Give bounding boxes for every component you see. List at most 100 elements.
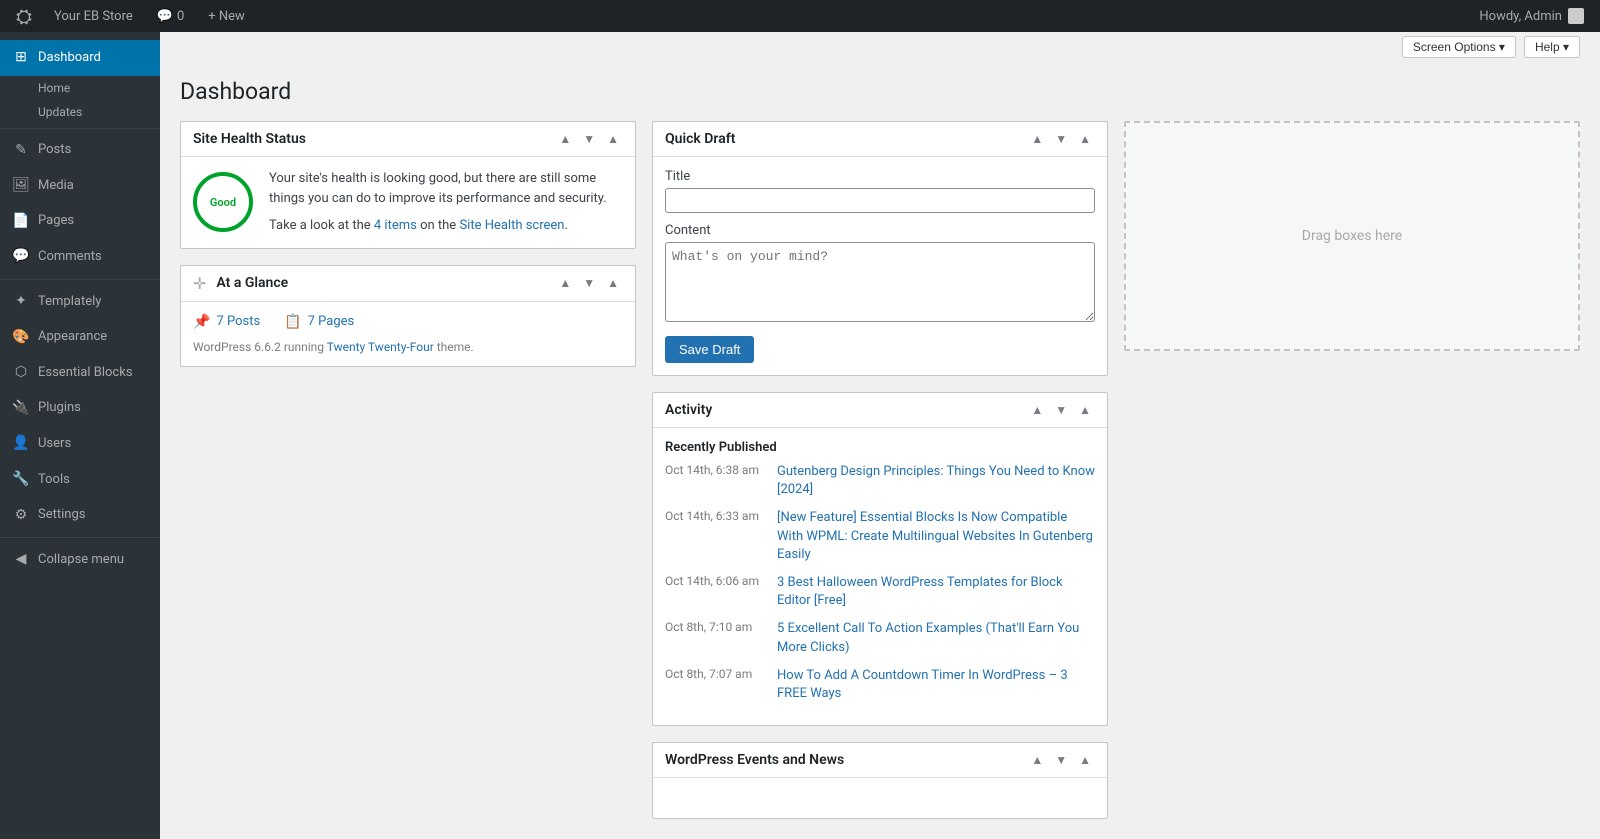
adminbar-new[interactable]: + New	[198, 9, 255, 24]
collapse-icon: ◀	[12, 550, 30, 570]
activity-link[interactable]: 5 Excellent Call To Action Examples (Tha…	[777, 620, 1095, 656]
plugins-icon: 🔌	[12, 399, 30, 419]
activity-link[interactable]: [New Feature] Essential Blocks Is Now Co…	[777, 509, 1095, 564]
adminbar-comments[interactable]: 💬 0	[147, 9, 195, 24]
sidebar-item-comments[interactable]: 💬 Comments	[0, 239, 160, 275]
activity-widget: Activity ▲ ▼ ▲ Recently Published Oct 14…	[652, 392, 1108, 726]
quick-draft-title: Quick Draft	[665, 131, 735, 147]
quick-draft-up[interactable]: ▲	[1027, 130, 1047, 148]
drag-box: Drag boxes here	[1124, 121, 1580, 351]
essential-blocks-icon: ⬡	[12, 363, 30, 383]
theme-link[interactable]: Twenty Twenty-Four	[327, 340, 434, 354]
sidebar-item-essential-blocks[interactable]: ⬡ Essential Blocks	[0, 355, 160, 391]
site-health-close[interactable]: ▲	[603, 130, 623, 148]
events-up[interactable]: ▲	[1027, 751, 1047, 769]
content-textarea[interactable]	[665, 242, 1095, 322]
activity-link[interactable]: Gutenberg Design Principles: Things You …	[777, 463, 1095, 499]
quick-draft-close[interactable]: ▲	[1075, 130, 1095, 148]
sidebar-item-users[interactable]: 👤 Users	[0, 426, 160, 462]
activity-item: Oct 8th, 7:07 am How To Add A Countdown …	[665, 667, 1095, 703]
activity-controls: ▲ ▼ ▲	[1027, 401, 1095, 419]
tools-icon: 🔧	[12, 470, 30, 490]
sidebar-item-collapse[interactable]: ◀ Collapse menu	[0, 542, 160, 578]
adminbar-site-name[interactable]: Your EB Store	[44, 9, 143, 24]
help-button[interactable]: Help ▾	[1524, 36, 1580, 58]
quick-draft-widget: Quick Draft ▲ ▼ ▲ Title Content	[652, 121, 1108, 376]
admin-bar: ⛭ Your EB Store 💬 0 + New Howdy, Admin	[0, 0, 1600, 32]
drag-handle[interactable]: ✛	[193, 274, 206, 293]
title-label: Title	[665, 169, 1095, 184]
screen-options-bar: Screen Options ▾ Help ▾	[160, 32, 1600, 62]
comments-menu-icon: 💬	[12, 247, 30, 267]
site-health-widget: Site Health Status ▲ ▼ ▲	[180, 121, 636, 249]
sidebar-item-plugins[interactable]: 🔌 Plugins	[0, 391, 160, 427]
users-icon: 👤	[12, 434, 30, 454]
sidebar-item-home[interactable]: Home	[0, 76, 160, 100]
sidebar-item-settings[interactable]: ⚙ Settings	[0, 498, 160, 534]
activity-up[interactable]: ▲	[1027, 401, 1047, 419]
activity-list: Oct 14th, 6:38 am Gutenberg Design Princ…	[665, 463, 1095, 703]
health-description: Your site's health is looking good, but …	[269, 169, 623, 236]
content-label: Content	[665, 223, 1095, 238]
events-controls: ▲ ▼ ▲	[1027, 751, 1095, 769]
save-draft-button[interactable]: Save Draft	[665, 336, 754, 363]
sidebar: ⊞ Dashboard Home Updates ✎ Posts 🖼 Media…	[0, 32, 160, 839]
templately-icon: ✦	[12, 292, 30, 312]
sidebar-item-tools[interactable]: 🔧 Tools	[0, 462, 160, 498]
wp-logo-icon[interactable]: ⛭	[8, 4, 40, 28]
glance-pages: 📋 7 Pages	[284, 314, 354, 330]
pages-icon: 📄	[12, 212, 30, 232]
at-glance-title: At a Glance	[216, 275, 288, 291]
sidebar-item-updates[interactable]: Updates	[0, 100, 160, 124]
pin-icon: 📌	[193, 314, 210, 330]
at-glance-collapse-down[interactable]: ▼	[579, 274, 599, 292]
activity-item: Oct 14th, 6:33 am [New Feature] Essentia…	[665, 509, 1095, 564]
glance-posts: 📌 7 Posts	[193, 314, 260, 330]
health-status: Good Your site's health is looking good,…	[193, 169, 623, 236]
page-title: Dashboard	[180, 78, 1580, 105]
appearance-icon: 🎨	[12, 328, 30, 348]
quick-draft-down[interactable]: ▼	[1051, 130, 1071, 148]
sidebar-item-posts[interactable]: ✎ Posts	[0, 133, 160, 169]
posts-count-link[interactable]: 7 Posts	[216, 314, 260, 329]
events-close[interactable]: ▲	[1075, 751, 1095, 769]
site-health-collapse-up[interactable]: ▲	[555, 130, 575, 148]
adminbar-howdy[interactable]: Howdy, Admin	[1471, 8, 1592, 24]
activity-item: Oct 14th, 6:38 am Gutenberg Design Princ…	[665, 463, 1095, 499]
settings-icon: ⚙	[12, 506, 30, 526]
posts-icon: ✎	[12, 141, 30, 161]
at-glance-controls: ▲ ▼ ▲	[555, 274, 623, 292]
comments-icon: 💬	[157, 9, 173, 24]
sidebar-item-dashboard[interactable]: ⊞ Dashboard	[0, 40, 160, 76]
health-circle-label: Good	[210, 196, 236, 209]
events-title: WordPress Events and News	[665, 752, 844, 768]
wp-info: WordPress 6.6.2 running Twenty Twenty-Fo…	[193, 340, 623, 354]
health-circle: Good	[193, 172, 253, 232]
sidebar-item-media[interactable]: 🖼 Media	[0, 168, 160, 204]
activity-item: Oct 14th, 6:06 am 3 Best Halloween WordP…	[665, 574, 1095, 610]
media-icon: 🖼	[12, 176, 30, 196]
avatar	[1568, 8, 1584, 24]
events-down[interactable]: ▼	[1051, 751, 1071, 769]
sidebar-item-pages[interactable]: 📄 Pages	[0, 204, 160, 240]
at-glance-collapse-up[interactable]: ▲	[555, 274, 575, 292]
at-glance-close[interactable]: ▲	[603, 274, 623, 292]
sidebar-item-appearance[interactable]: 🎨 Appearance	[0, 320, 160, 356]
activity-close[interactable]: ▲	[1075, 401, 1095, 419]
site-health-title: Site Health Status	[193, 131, 306, 147]
site-health-collapse-down[interactable]: ▼	[579, 130, 599, 148]
health-screen-link[interactable]: Site Health screen	[459, 218, 564, 233]
sidebar-item-templately[interactable]: ✦ Templately	[0, 284, 160, 320]
title-input[interactable]	[665, 188, 1095, 213]
activity-down[interactable]: ▼	[1051, 401, 1071, 419]
events-widget: WordPress Events and News ▲ ▼ ▲	[652, 742, 1108, 819]
page-icon: 📋	[284, 314, 301, 330]
activity-link[interactable]: How To Add A Countdown Timer In WordPres…	[777, 667, 1095, 703]
pages-count-link[interactable]: 7 Pages	[308, 314, 355, 329]
health-items-link[interactable]: 4 items	[374, 218, 420, 233]
activity-title: Activity	[665, 402, 712, 418]
dashboard-icon: ⊞	[12, 48, 30, 68]
glance-items: 📌 7 Posts 📋 7 Pages	[193, 314, 623, 330]
screen-options-button[interactable]: Screen Options ▾	[1402, 36, 1516, 58]
activity-link[interactable]: 3 Best Halloween WordPress Templates for…	[777, 574, 1095, 610]
